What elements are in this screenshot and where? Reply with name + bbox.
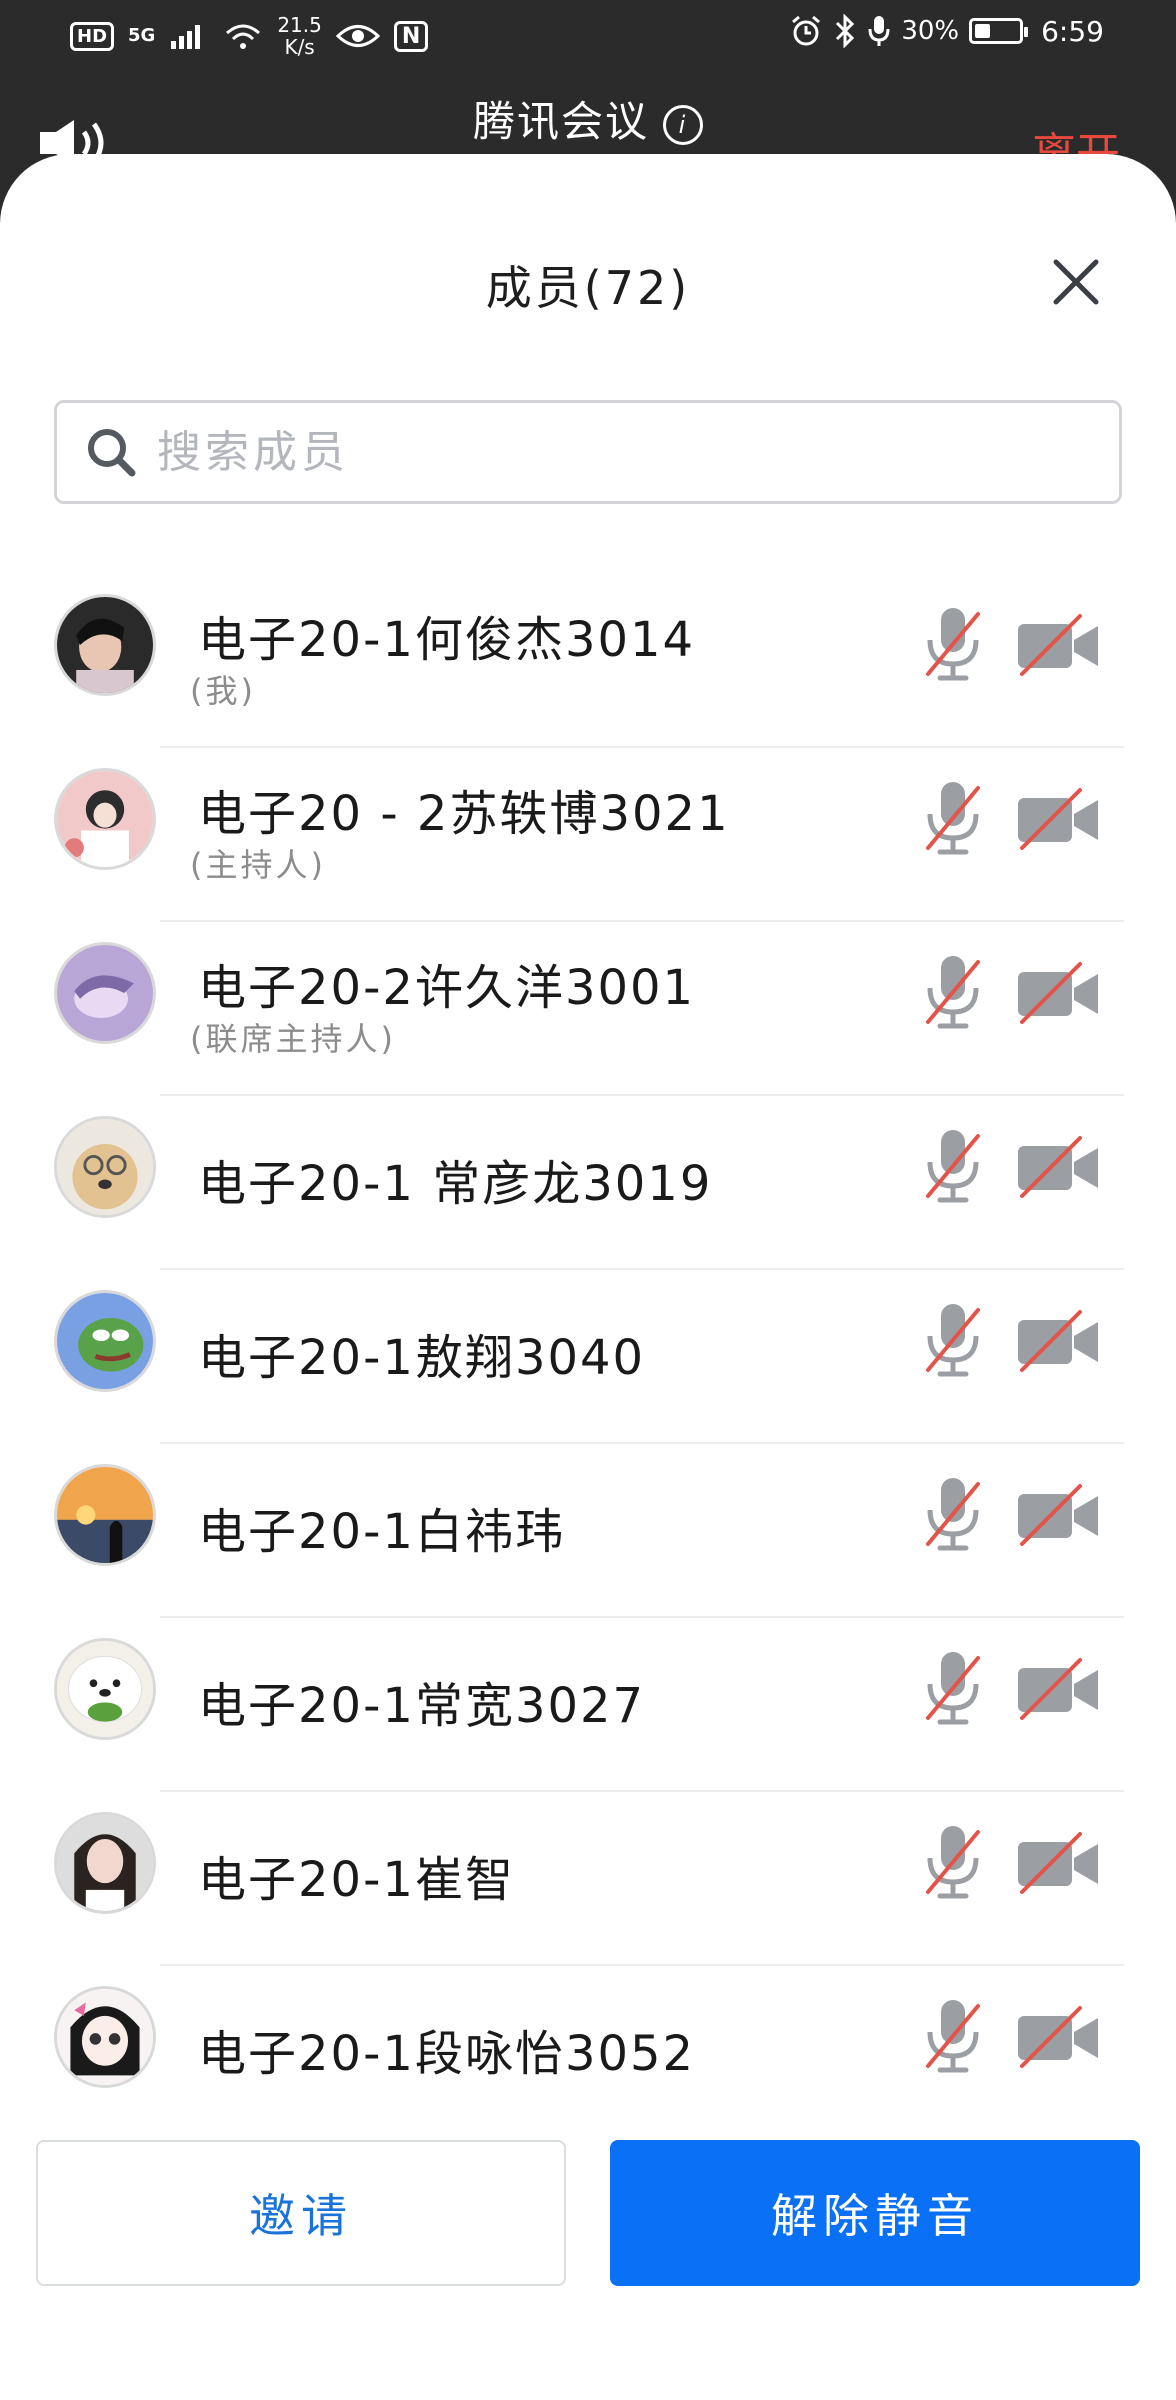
camera-off-icon[interactable] [1016, 2004, 1100, 2070]
avatar [54, 768, 156, 870]
avatar [54, 1986, 156, 2088]
camera-off-icon[interactable] [1016, 612, 1100, 678]
meeting-title-text: 腾讯会议 [472, 97, 649, 146]
wifi-icon [226, 24, 261, 49]
sheet-title: 成员(72) [485, 261, 691, 315]
battery-percent: 30% [901, 16, 960, 46]
invite-button[interactable]: 邀请 [36, 2140, 566, 2286]
status-left: HD 5G 21.5 K/s N [70, 14, 429, 58]
meeting-title: 腾讯会议 i [0, 88, 1176, 149]
close-icon[interactable] [1048, 254, 1104, 310]
member-name: 电子20-1常宽3027 [198, 1678, 646, 1734]
avatar [54, 1638, 156, 1740]
battery-icon [969, 18, 1029, 44]
clock: 6:59 [1041, 14, 1104, 48]
camera-off-icon[interactable] [1016, 1656, 1100, 1722]
member-role: (联席主持人) [190, 1020, 396, 1058]
avatar [54, 1464, 156, 1566]
avatar [54, 594, 156, 696]
member-role: (主持人) [190, 846, 326, 884]
members-sheet: 成员(72) 电子20-1何俊杰3014 (我) 电子20 - 2苏轶博3021 (主… [0, 154, 1176, 2400]
member-row[interactable]: 电子20-1 常彦龙3019 [0, 1096, 1176, 1270]
member-list: 电子20-1何俊杰3014 (我) 电子20 - 2苏轶博3021 (主持人) 电子20… [0, 574, 1176, 2140]
microphone-muted-icon[interactable] [920, 1822, 986, 1902]
member-name: 电子20-2许久洋3001 [198, 960, 696, 1016]
microphone-muted-icon[interactable] [920, 604, 986, 684]
member-row[interactable]: 电子20-1常宽3027 [0, 1618, 1176, 1792]
camera-off-icon[interactable] [1016, 786, 1100, 852]
microphone-muted-icon[interactable] [920, 778, 986, 858]
status-right: 30% 6:59 [789, 14, 1104, 48]
member-name: 电子20-1段咏怡3052 [198, 2026, 696, 2082]
member-name: 电子20-1何俊杰3014 [198, 612, 696, 668]
microphone-muted-icon[interactable] [920, 1474, 986, 1554]
hd-badge: HD [70, 21, 115, 51]
camera-off-icon[interactable] [1016, 1830, 1100, 1896]
member-row[interactable]: 电子20-1段咏怡3052 [0, 1966, 1176, 2140]
member-name: 电子20-1敖翔3040 [198, 1330, 646, 1386]
eye-icon [335, 25, 380, 47]
alarm-icon [792, 15, 821, 46]
member-row[interactable]: 电子20 - 2苏轶博3021 (主持人) [0, 748, 1176, 922]
member-name: 电子20 - 2苏轶博3021 [198, 786, 730, 842]
camera-off-icon[interactable] [1016, 960, 1100, 1026]
search-input[interactable] [155, 425, 1059, 479]
member-row[interactable]: 电子20-1敖翔3040 [0, 1270, 1176, 1444]
unmute-all-button[interactable]: 解除静音 [610, 2140, 1140, 2286]
member-name: 电子20-1白祎玮 [198, 1504, 565, 1560]
camera-off-icon[interactable] [1016, 1482, 1100, 1548]
speed-unit: K/s [284, 35, 315, 59]
bluetooth-icon [836, 14, 855, 48]
avatar [54, 1290, 156, 1392]
camera-off-icon[interactable] [1016, 1134, 1100, 1200]
status-bar: HD 5G 21.5 K/s N 30% 6:59 [0, 0, 1176, 72]
member-row[interactable]: 电子20-2许久洋3001 (联席主持人) [0, 922, 1176, 1096]
member-row[interactable]: 电子20-1白祎玮 [0, 1444, 1176, 1618]
member-row[interactable]: 电子20-1何俊杰3014 (我) [0, 574, 1176, 748]
member-name: 电子20-1崔智 [198, 1852, 515, 1908]
network-type: 5G [128, 25, 156, 46]
avatar [54, 1812, 156, 1914]
signal-icon [171, 25, 201, 49]
member-row[interactable]: 电子20-1崔智 [0, 1792, 1176, 1966]
member-name: 电子20-1 常彦龙3019 [198, 1156, 713, 1212]
network-speed: 21.5 K/s [277, 14, 322, 58]
info-icon[interactable]: i [663, 104, 703, 145]
camera-off-icon[interactable] [1016, 1308, 1100, 1374]
microphone-muted-icon[interactable] [920, 1126, 986, 1206]
avatar [54, 1116, 156, 1218]
microphone-muted-icon[interactable] [920, 1996, 986, 2076]
microphone-muted-icon[interactable] [920, 1648, 986, 1728]
member-role: (我) [190, 672, 256, 710]
avatar [54, 942, 156, 1044]
search-box[interactable] [54, 400, 1122, 504]
search-icon [88, 429, 136, 477]
microphone-status-icon [868, 16, 890, 46]
speed-value: 21.5 [277, 13, 322, 37]
microphone-muted-icon[interactable] [920, 1300, 986, 1380]
microphone-muted-icon[interactable] [920, 952, 986, 1032]
nfc-icon: N [393, 20, 429, 52]
